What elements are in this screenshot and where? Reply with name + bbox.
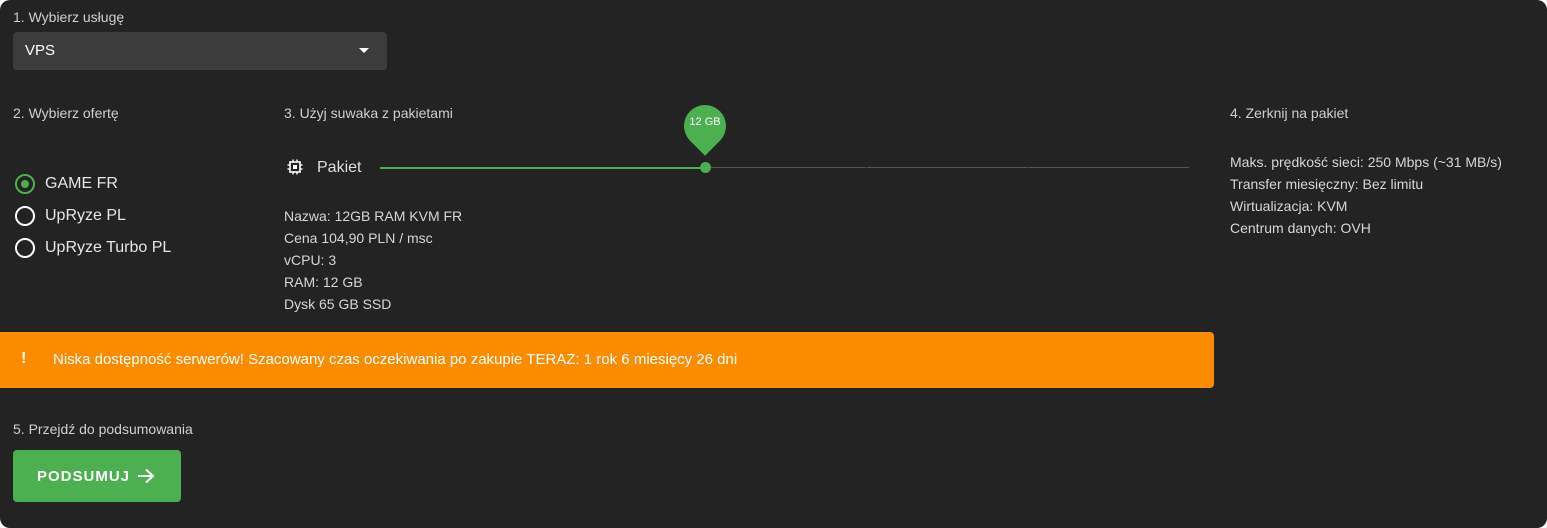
step3-label: 3. Użyj suwaka z pakietami (284, 105, 453, 121)
slider-fill (380, 166, 705, 169)
spec-network-speed: Maks. prędkość sieci: 250 Mbps (~31 MB/s… (1230, 154, 1502, 170)
radio-checked-icon (15, 174, 35, 194)
spec-transfer: Transfer miesięczny: Bez limitu (1230, 176, 1424, 192)
step1-label: 1. Wybierz usługę (13, 9, 125, 25)
chevron-down-icon (359, 48, 369, 53)
radio-unchecked-icon (15, 238, 35, 258)
summary-button[interactable]: PODSUMUJ (13, 450, 181, 502)
alert-message: Niska dostępność serwerów! Szacowany cza… (53, 351, 738, 368)
slider-label: Pakiet (317, 159, 362, 176)
offer-radio-label: GAME FR (45, 175, 118, 192)
radio-unchecked-icon (15, 206, 35, 226)
slider-thumb[interactable] (699, 162, 711, 173)
cpu-chip-icon (287, 159, 303, 175)
package-ram: RAM: 12 GB (284, 274, 363, 290)
availability-alert: ! Niska dostępność serwerów! Szacowany c… (0, 332, 1214, 388)
slider-value-badge: 12 GB (689, 116, 721, 128)
offer-radio-label: UpRyze Turbo PL (45, 239, 172, 256)
package-vcpu: vCPU: 3 (284, 252, 337, 268)
service-select-value: VPS (25, 42, 56, 59)
step5-label: 5. Przejdź do podsumowania (13, 421, 193, 437)
slider-segment (705, 167, 866, 168)
exclamation-icon: ! (21, 350, 27, 367)
order-configurator-panel: 1. Wybierz usługę VPS 2. Wybierz ofertę … (0, 0, 1547, 528)
service-select[interactable]: VPS (13, 32, 387, 70)
slider-segment (867, 167, 1028, 168)
spec-datacenter: Centrum danych: OVH (1230, 220, 1371, 236)
step4-label: 4. Zerknij na pakiet (1230, 105, 1349, 121)
arrow-right-icon (138, 468, 155, 484)
offer-radio-label: UpRyze PL (45, 207, 126, 224)
step2-label: 2. Wybierz ofertę (13, 105, 119, 121)
spec-virtualization: Wirtualizacja: KVM (1230, 198, 1348, 214)
slider-segment (1029, 167, 1189, 168)
package-name: Nazwa: 12GB RAM KVM FR (284, 208, 463, 224)
package-price: Cena 104,90 PLN / msc (284, 230, 433, 246)
package-disk: Dysk 65 GB SSD (284, 296, 392, 312)
package-slider[interactable]: 12 GB (380, 96, 1189, 173)
summary-button-label: PODSUMUJ (37, 468, 131, 485)
